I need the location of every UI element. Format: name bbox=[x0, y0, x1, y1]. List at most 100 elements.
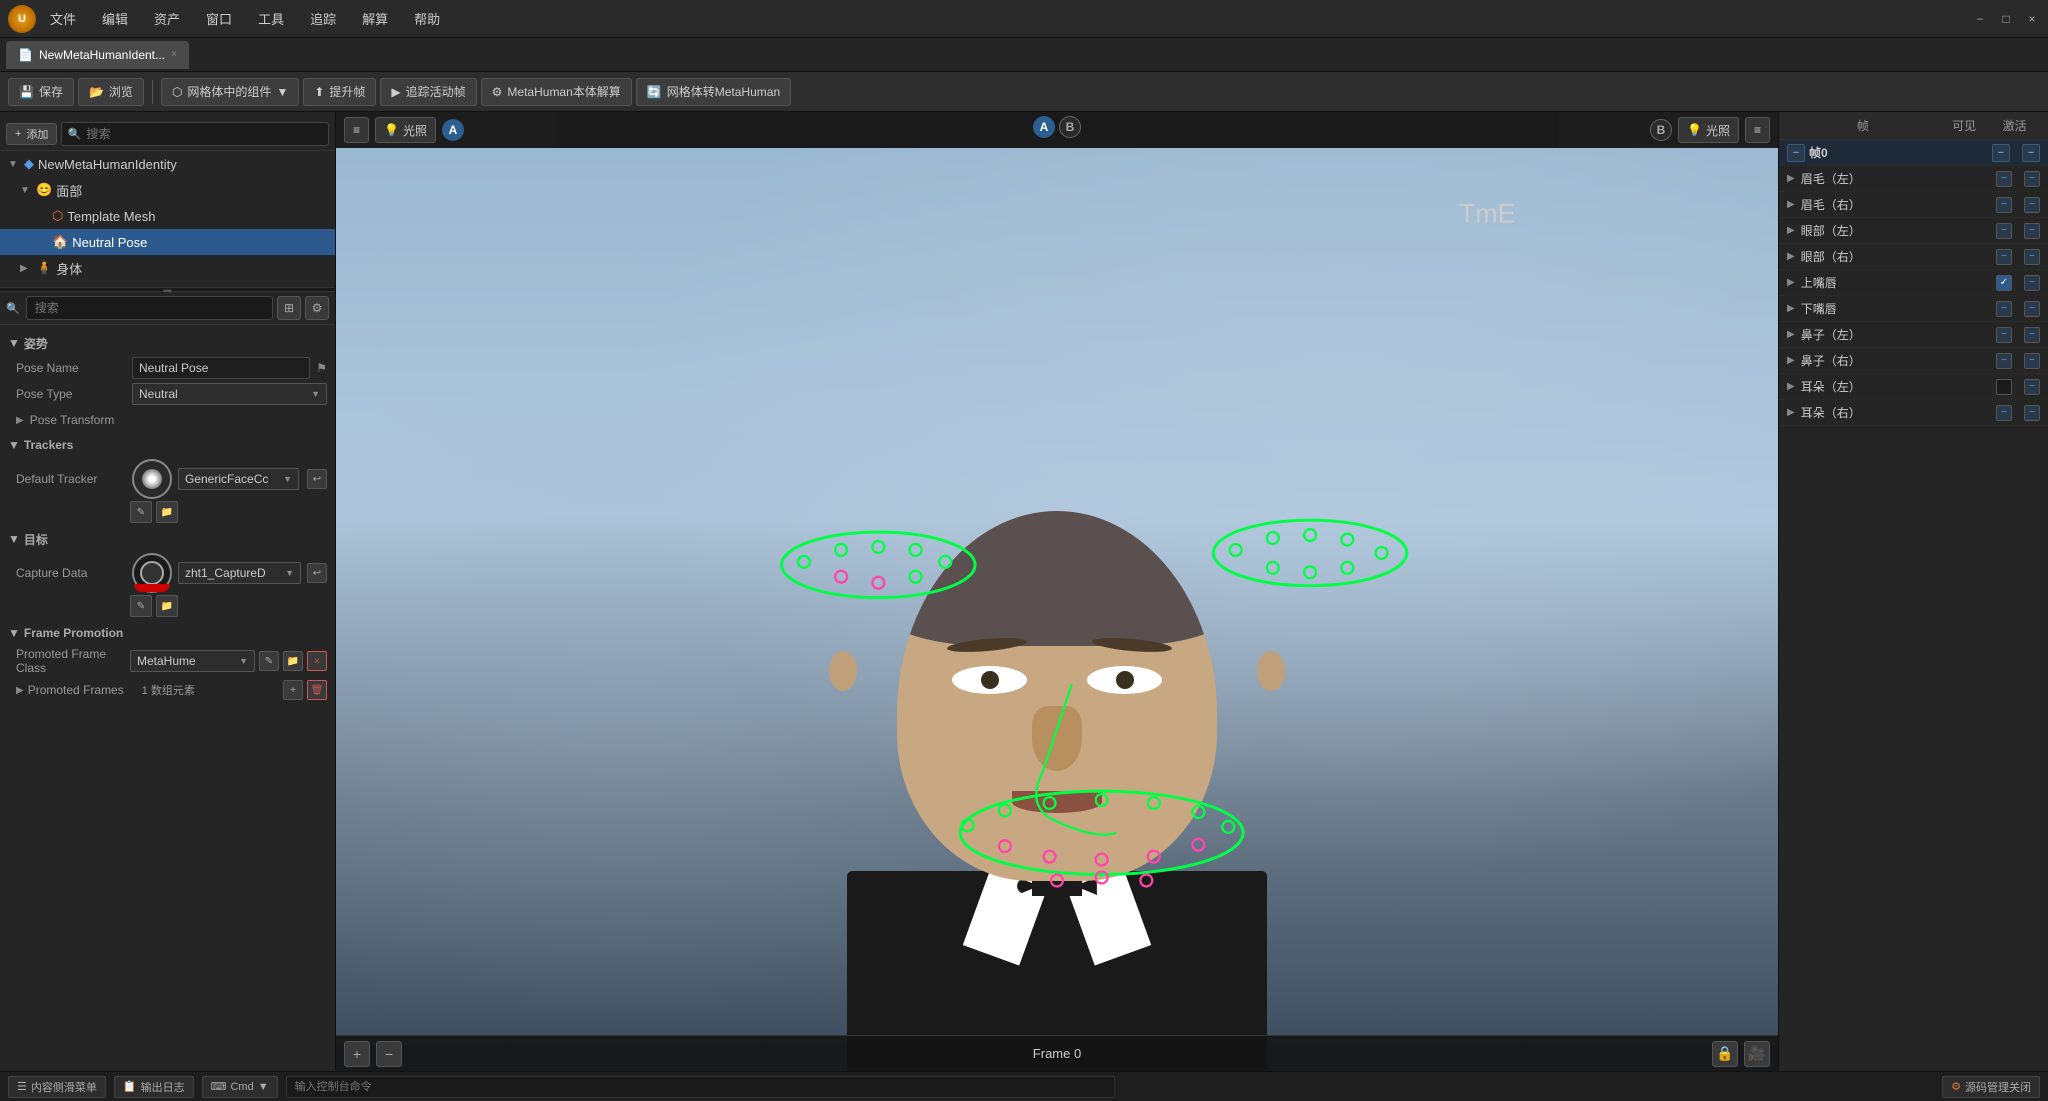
vp-light-btn-left[interactable]: 💡 光照 bbox=[375, 117, 436, 143]
frame0-visible-btn[interactable]: − bbox=[1992, 144, 2010, 162]
cmd-btn[interactable]: ⌨ Cmd ▼ bbox=[202, 1076, 278, 1098]
nose-left-visible[interactable]: − bbox=[1996, 327, 2012, 343]
menu-solve[interactable]: 解算 bbox=[358, 7, 392, 30]
tree-body-item[interactable]: ▶ 🧍 身体 bbox=[0, 255, 335, 281]
vp-menu-btn-right[interactable]: ≡ bbox=[1745, 117, 1770, 143]
pose-section-header[interactable]: ▼ 姿势 bbox=[0, 331, 335, 355]
pf-add-btn[interactable]: + bbox=[283, 680, 303, 700]
tab-close-button[interactable]: × bbox=[171, 49, 177, 60]
lower-lip-visible[interactable]: − bbox=[1996, 301, 2012, 317]
track-activity-button[interactable]: ▶ 追踪活动帧 bbox=[380, 78, 476, 106]
capture-reset-btn[interactable]: ↩ bbox=[307, 563, 327, 583]
output-log-btn[interactable]: 📋 输出日志 bbox=[114, 1076, 194, 1098]
right-panel: 帧 可见 激活 − 帧0 − − ▶ 眉毛（左） − − ▶ 眉毛（右） − − bbox=[1778, 112, 2048, 1071]
pfc-edit-btn[interactable]: ✎ bbox=[259, 651, 279, 671]
pfc-folder-btn[interactable]: 📁 bbox=[283, 651, 303, 671]
eye-right-visible[interactable]: − bbox=[1996, 249, 2012, 265]
vp-zoom-in-btn[interactable]: + bbox=[344, 1041, 370, 1067]
tracker-folder-btn[interactable]: 📁 bbox=[156, 501, 178, 523]
menu-help[interactable]: 帮助 bbox=[410, 7, 444, 30]
nose-right-visible[interactable]: − bbox=[1996, 353, 2012, 369]
mesh-to-meta-button[interactable]: 🔄 网格体转MetaHuman bbox=[636, 78, 791, 106]
menu-track[interactable]: 追踪 bbox=[306, 7, 340, 30]
menu-tools[interactable]: 工具 bbox=[254, 7, 288, 30]
promote-button[interactable]: ⬆ 提升帧 bbox=[303, 78, 376, 106]
capture-folder-btn[interactable]: 📁 bbox=[156, 595, 178, 617]
vp-center-badge-b[interactable]: B bbox=[1059, 116, 1081, 138]
menu-file[interactable]: 文件 bbox=[46, 7, 80, 30]
vp-lock-btn[interactable]: 🔒 bbox=[1712, 1041, 1738, 1067]
vp-center-badge-a[interactable]: A bbox=[1033, 116, 1055, 138]
menu-edit[interactable]: 编辑 bbox=[98, 7, 132, 30]
tracker-select[interactable]: GenericFaceCc ▼ bbox=[178, 468, 299, 490]
frame0-active-btn[interactable]: − bbox=[2022, 144, 2040, 162]
frame0-collapse-btn[interactable]: − bbox=[1787, 144, 1805, 162]
browse-button[interactable]: 📂 浏览 bbox=[78, 78, 144, 106]
tree-search-input[interactable] bbox=[61, 122, 329, 146]
tab-icon: 📄 bbox=[18, 48, 33, 62]
eye-left-active[interactable]: − bbox=[2024, 223, 2040, 239]
menu-asset[interactable]: 资产 bbox=[150, 7, 184, 30]
metahuman-calc-button[interactable]: ⚙ MetaHuman本体解算 bbox=[481, 78, 632, 106]
props-grid-btn[interactable]: ⊞ bbox=[277, 296, 301, 320]
ear-left-active[interactable]: − bbox=[2024, 379, 2040, 395]
tree-face-item[interactable]: ▼ 😊 面部 bbox=[0, 177, 335, 203]
pf-remove-btn[interactable]: 🗑 bbox=[307, 680, 327, 700]
cmd-input[interactable] bbox=[286, 1076, 1115, 1098]
targets-section-header[interactable]: ▼ 目标 bbox=[0, 527, 335, 551]
vp-badge-b-right[interactable]: B bbox=[1650, 119, 1672, 141]
vp-zoom-out-btn[interactable]: − bbox=[376, 1041, 402, 1067]
vp-badge-a[interactable]: A bbox=[442, 119, 464, 141]
ear-left-visible[interactable] bbox=[1996, 379, 2012, 395]
tree-neutral-pose-item[interactable]: ▶ 🏠 Neutral Pose bbox=[0, 229, 335, 255]
vp-menu-btn[interactable]: ≡ bbox=[344, 117, 369, 143]
lower-lip-active[interactable]: − bbox=[2024, 301, 2040, 317]
viewport-toolbar-left: ≡ 💡 光照 A bbox=[336, 112, 556, 148]
maximize-button[interactable]: □ bbox=[1998, 11, 2014, 27]
vp-menu-icon-right: ≡ bbox=[1754, 123, 1761, 137]
vp-camera-btn[interactable]: 🎥 bbox=[1744, 1041, 1770, 1067]
pose-type-select[interactable]: Neutral ▼ bbox=[132, 383, 327, 405]
upper-lip-visible[interactable]: ✓ bbox=[1996, 275, 2012, 291]
eye-right-active[interactable]: − bbox=[2024, 249, 2040, 265]
ear-right-visible[interactable]: − bbox=[1996, 405, 2012, 421]
tracker-reset-btn[interactable]: ↩ bbox=[307, 469, 327, 489]
eyebrow-left-visible[interactable]: − bbox=[1996, 171, 2012, 187]
eyebrow-right-visible[interactable]: − bbox=[1996, 197, 2012, 213]
person-body bbox=[847, 491, 1267, 1071]
trackers-section-header[interactable]: ▼ Trackers bbox=[0, 433, 335, 457]
tracker-edit-btn[interactable]: ✎ bbox=[130, 501, 152, 523]
pfc-remove-btn[interactable]: × bbox=[307, 651, 327, 671]
close-button[interactable]: × bbox=[2024, 11, 2040, 27]
nose-left-active[interactable]: − bbox=[2024, 327, 2040, 343]
tree-root-item[interactable]: ▼ ◆ NewMetaHumanIdentity bbox=[0, 151, 335, 177]
capture-edit-btn[interactable]: ✎ bbox=[130, 595, 152, 617]
frame-promotion-header[interactable]: ▼ Frame Promotion bbox=[0, 621, 335, 645]
save-button[interactable]: 💾 保存 bbox=[8, 78, 74, 106]
pfc-select[interactable]: MetaHume ▼ bbox=[130, 650, 255, 672]
ear-right-active[interactable]: − bbox=[2024, 405, 2040, 421]
nose-right-active[interactable]: − bbox=[2024, 353, 2040, 369]
pose-transform-row[interactable]: ▶ Pose Transform bbox=[0, 407, 335, 433]
minimize-button[interactable]: − bbox=[1972, 11, 1988, 27]
capture-select[interactable]: zht1_CaptureD ▼ bbox=[178, 562, 301, 584]
viewport-ab-center: A B bbox=[1033, 116, 1081, 138]
tab-main[interactable]: 📄 NewMetaHumanIdent... × bbox=[6, 41, 189, 69]
mesh-in-grid-button[interactable]: ⬡ 网格体中的组件 ▼ bbox=[161, 78, 299, 106]
menu-window[interactable]: 窗口 bbox=[202, 7, 236, 30]
calc-icon: ⚙ bbox=[492, 85, 503, 99]
eyebrow-left-active[interactable]: − bbox=[2024, 171, 2040, 187]
viewport-image-area[interactable]: TmE bbox=[336, 148, 1778, 1071]
source-control-btn[interactable]: ⚙ 源码管理关闭 bbox=[1942, 1076, 2040, 1098]
upper-lip-active[interactable]: − bbox=[2024, 275, 2040, 291]
m2m-icon: 🔄 bbox=[647, 85, 662, 99]
tree-template-mesh-item[interactable]: ▶ ⬡ Template Mesh bbox=[0, 203, 335, 229]
props-settings-btn[interactable]: ⚙ bbox=[305, 296, 329, 320]
promoted-frames-row[interactable]: ▶ Promoted Frames 1 数组元素 + 🗑 bbox=[0, 677, 335, 703]
add-button[interactable]: + 添加 bbox=[6, 123, 57, 145]
vp-light-btn-right[interactable]: 💡 光照 bbox=[1678, 117, 1739, 143]
eyebrow-right-active[interactable]: − bbox=[2024, 197, 2040, 213]
props-search-input[interactable] bbox=[26, 296, 273, 320]
eye-left-visible[interactable]: − bbox=[1996, 223, 2012, 239]
content-slider-btn[interactable]: ☰ 内容侧滑菜单 bbox=[8, 1076, 106, 1098]
